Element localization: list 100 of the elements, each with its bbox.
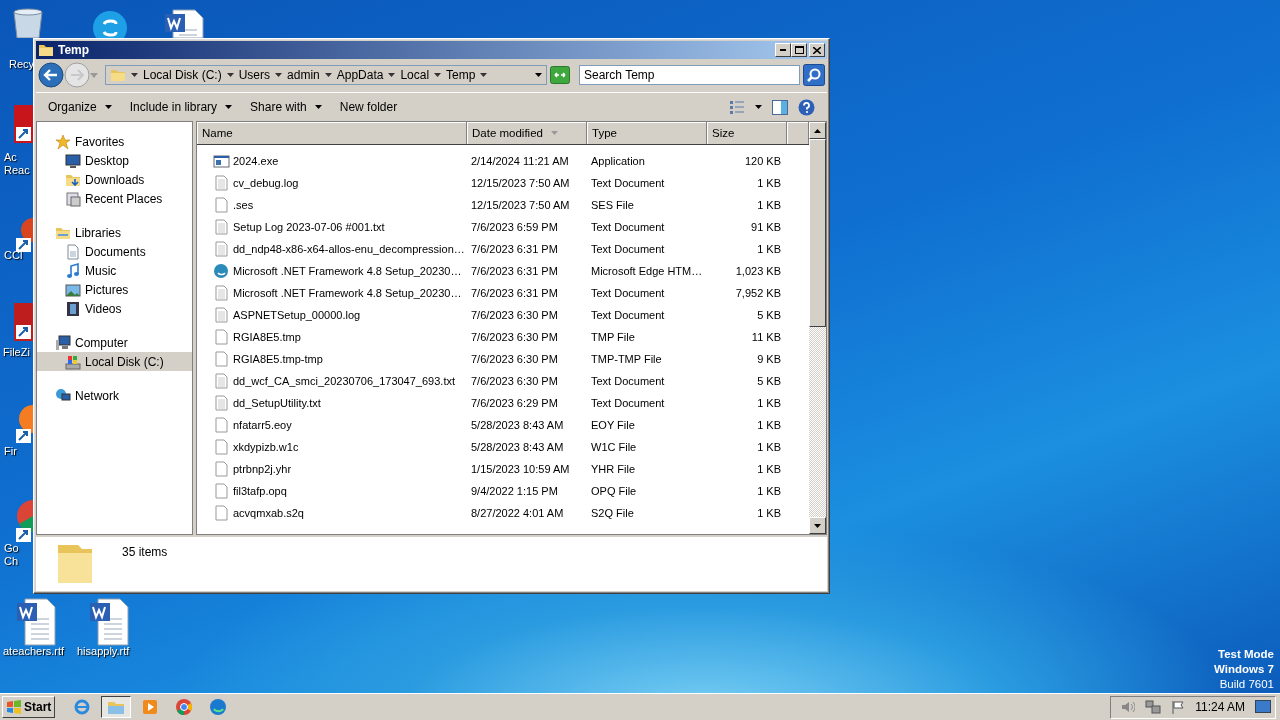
file-name-cell: xkdypizb.w1c [197, 439, 467, 455]
scrollbar[interactable] [809, 122, 826, 534]
search-button[interactable] [803, 64, 825, 86]
size-cell-text: 1 KB [756, 485, 782, 497]
sidebar-item[interactable]: Computer [37, 333, 192, 352]
toolbar-button[interactable]: Organize [48, 98, 112, 116]
size-cell-text: 120 KB [743, 155, 782, 167]
word-document-icon[interactable] [15, 597, 59, 647]
show-desktop-icon[interactable] [1255, 700, 1271, 714]
start-button[interactable]: Start [2, 696, 56, 718]
caret-icon [434, 73, 442, 77]
application-icon[interactable] [14, 105, 33, 143]
sidebar-item[interactable]: Videos [37, 299, 192, 318]
minimize-button[interactable] [775, 43, 791, 57]
scroll-up-button[interactable] [809, 122, 826, 139]
type-cell-text: Microsoft Edge HTM… [590, 265, 704, 277]
toolbar-button[interactable]: Share with [250, 98, 322, 116]
recent-places-icon [65, 190, 81, 207]
flag-icon[interactable] [1171, 700, 1186, 714]
size-cell-text: 1 KB [756, 177, 782, 189]
scroll-down-button[interactable] [809, 517, 826, 534]
preview-pane-icon[interactable] [772, 99, 788, 115]
clock[interactable]: 11:24 AM [1195, 700, 1245, 714]
type-cell-text: OPQ File [590, 485, 638, 497]
breadcrumb-item[interactable]: Local Disk (C:) [143, 68, 222, 82]
recycle-bin-icon[interactable] [10, 8, 46, 38]
sidebar-item[interactable]: Music [37, 261, 192, 280]
sidebar-item[interactable]: Documents [37, 242, 192, 261]
close-button[interactable] [809, 43, 825, 57]
date-cell-text: 7/6/2023 6:31 PM [470, 265, 559, 277]
column-header[interactable]: Type [587, 122, 707, 144]
text-file-icon [213, 307, 230, 323]
caret-icon [226, 73, 234, 77]
help-icon[interactable] [798, 98, 815, 116]
document-icon [65, 243, 81, 260]
folder-icon [110, 67, 126, 83]
size-cell-text: 5 KB [756, 309, 782, 321]
word-document-icon[interactable] [163, 8, 207, 38]
skype-icon[interactable] [90, 10, 130, 38]
date-cell-text: 7/6/2023 6:30 PM [470, 375, 559, 387]
application-icon[interactable] [14, 405, 33, 445]
watermark-text: Test Mode [1218, 647, 1274, 662]
taskbar-app-button[interactable] [101, 696, 132, 718]
icon-label: Reac [4, 164, 30, 177]
refresh-button[interactable] [550, 66, 570, 84]
search-field[interactable]: Search Temp [579, 65, 800, 85]
column-header[interactable]: Date modified [467, 122, 587, 144]
network-icon[interactable] [1145, 700, 1162, 714]
date-cell-text: 1/15/2023 10:59 AM [470, 463, 571, 475]
icon-label: Go [4, 542, 19, 555]
file-name-cell: Microsoft .NET Framework 4.8 Setup_20230… [197, 263, 467, 279]
breadcrumb-item[interactable]: Local [400, 68, 430, 82]
maximize-button[interactable] [791, 43, 807, 57]
windows-logo-icon [6, 700, 22, 714]
browser-icon [73, 698, 92, 716]
date-cell-text: 7/6/2023 6:29 PM [470, 397, 559, 409]
sidebar-item[interactable]: Recent Places [37, 189, 192, 208]
scrollbar-thumb[interactable] [809, 139, 826, 327]
application-icon[interactable] [14, 303, 33, 341]
address-dropdown-button[interactable] [535, 71, 542, 79]
sidebar-item[interactable]: Downloads [37, 170, 192, 189]
maximize-icon [794, 46, 804, 54]
film-strip-icon [65, 300, 81, 317]
blank-file-icon [213, 505, 230, 521]
column-header[interactable]: Name [197, 122, 467, 144]
back-button[interactable] [38, 62, 64, 88]
sidebar-item[interactable]: Network [37, 386, 192, 405]
blank-file-icon [213, 197, 230, 213]
file-name-cell: dd_ndp48-x86-x64-allos-enu_decompression… [197, 241, 467, 257]
breadcrumb-item[interactable]: Users [238, 68, 271, 82]
type-cell-text: Text Document [590, 375, 666, 387]
sidebar-item[interactable]: Desktop [37, 151, 192, 170]
sidebar-item[interactable]: Local Disk (C:) [37, 352, 192, 371]
address-bar[interactable]: Local Disk (C:) Users admin AppData Local Temp [105, 65, 547, 85]
toolbar-button[interactable]: Include in library [129, 98, 233, 116]
date-cell-text: 12/15/2023 7:50 AM [470, 199, 571, 211]
breadcrumb-item[interactable]: admin [287, 68, 320, 82]
sidebar-item[interactable]: Libraries [37, 223, 192, 242]
application-file-icon [213, 153, 230, 169]
type-cell-text: Text Document [590, 177, 666, 189]
size-cell-text: 1 KB [756, 507, 782, 519]
word-document-icon[interactable] [88, 597, 132, 647]
blank-file-icon [213, 461, 230, 477]
sidebar-item[interactable]: Pictures [37, 280, 192, 299]
file-name-cell: ptrbnp2j.yhr [197, 461, 467, 477]
icon-label: ateachers.rtf [3, 645, 65, 658]
sidebar-item[interactable]: Favorites [37, 132, 192, 151]
date-cell-text: 9/4/2022 1:15 PM [470, 485, 559, 497]
view-options-icon[interactable] [729, 100, 745, 114]
icon-label: Fir [4, 445, 17, 458]
breadcrumb-item[interactable]: Temp [446, 68, 476, 82]
blank-file-icon [213, 351, 230, 367]
type-cell-text: Application [590, 155, 646, 167]
column-header[interactable]: Size [707, 122, 787, 144]
breadcrumb-item[interactable]: AppData [336, 68, 384, 82]
toolbar-button[interactable]: New folder [339, 98, 398, 116]
file-name-cell: .ses [197, 197, 467, 213]
media-player-icon [141, 698, 160, 716]
icon-label: Ac [4, 151, 17, 164]
size-cell-text: 1 KB [756, 243, 782, 255]
